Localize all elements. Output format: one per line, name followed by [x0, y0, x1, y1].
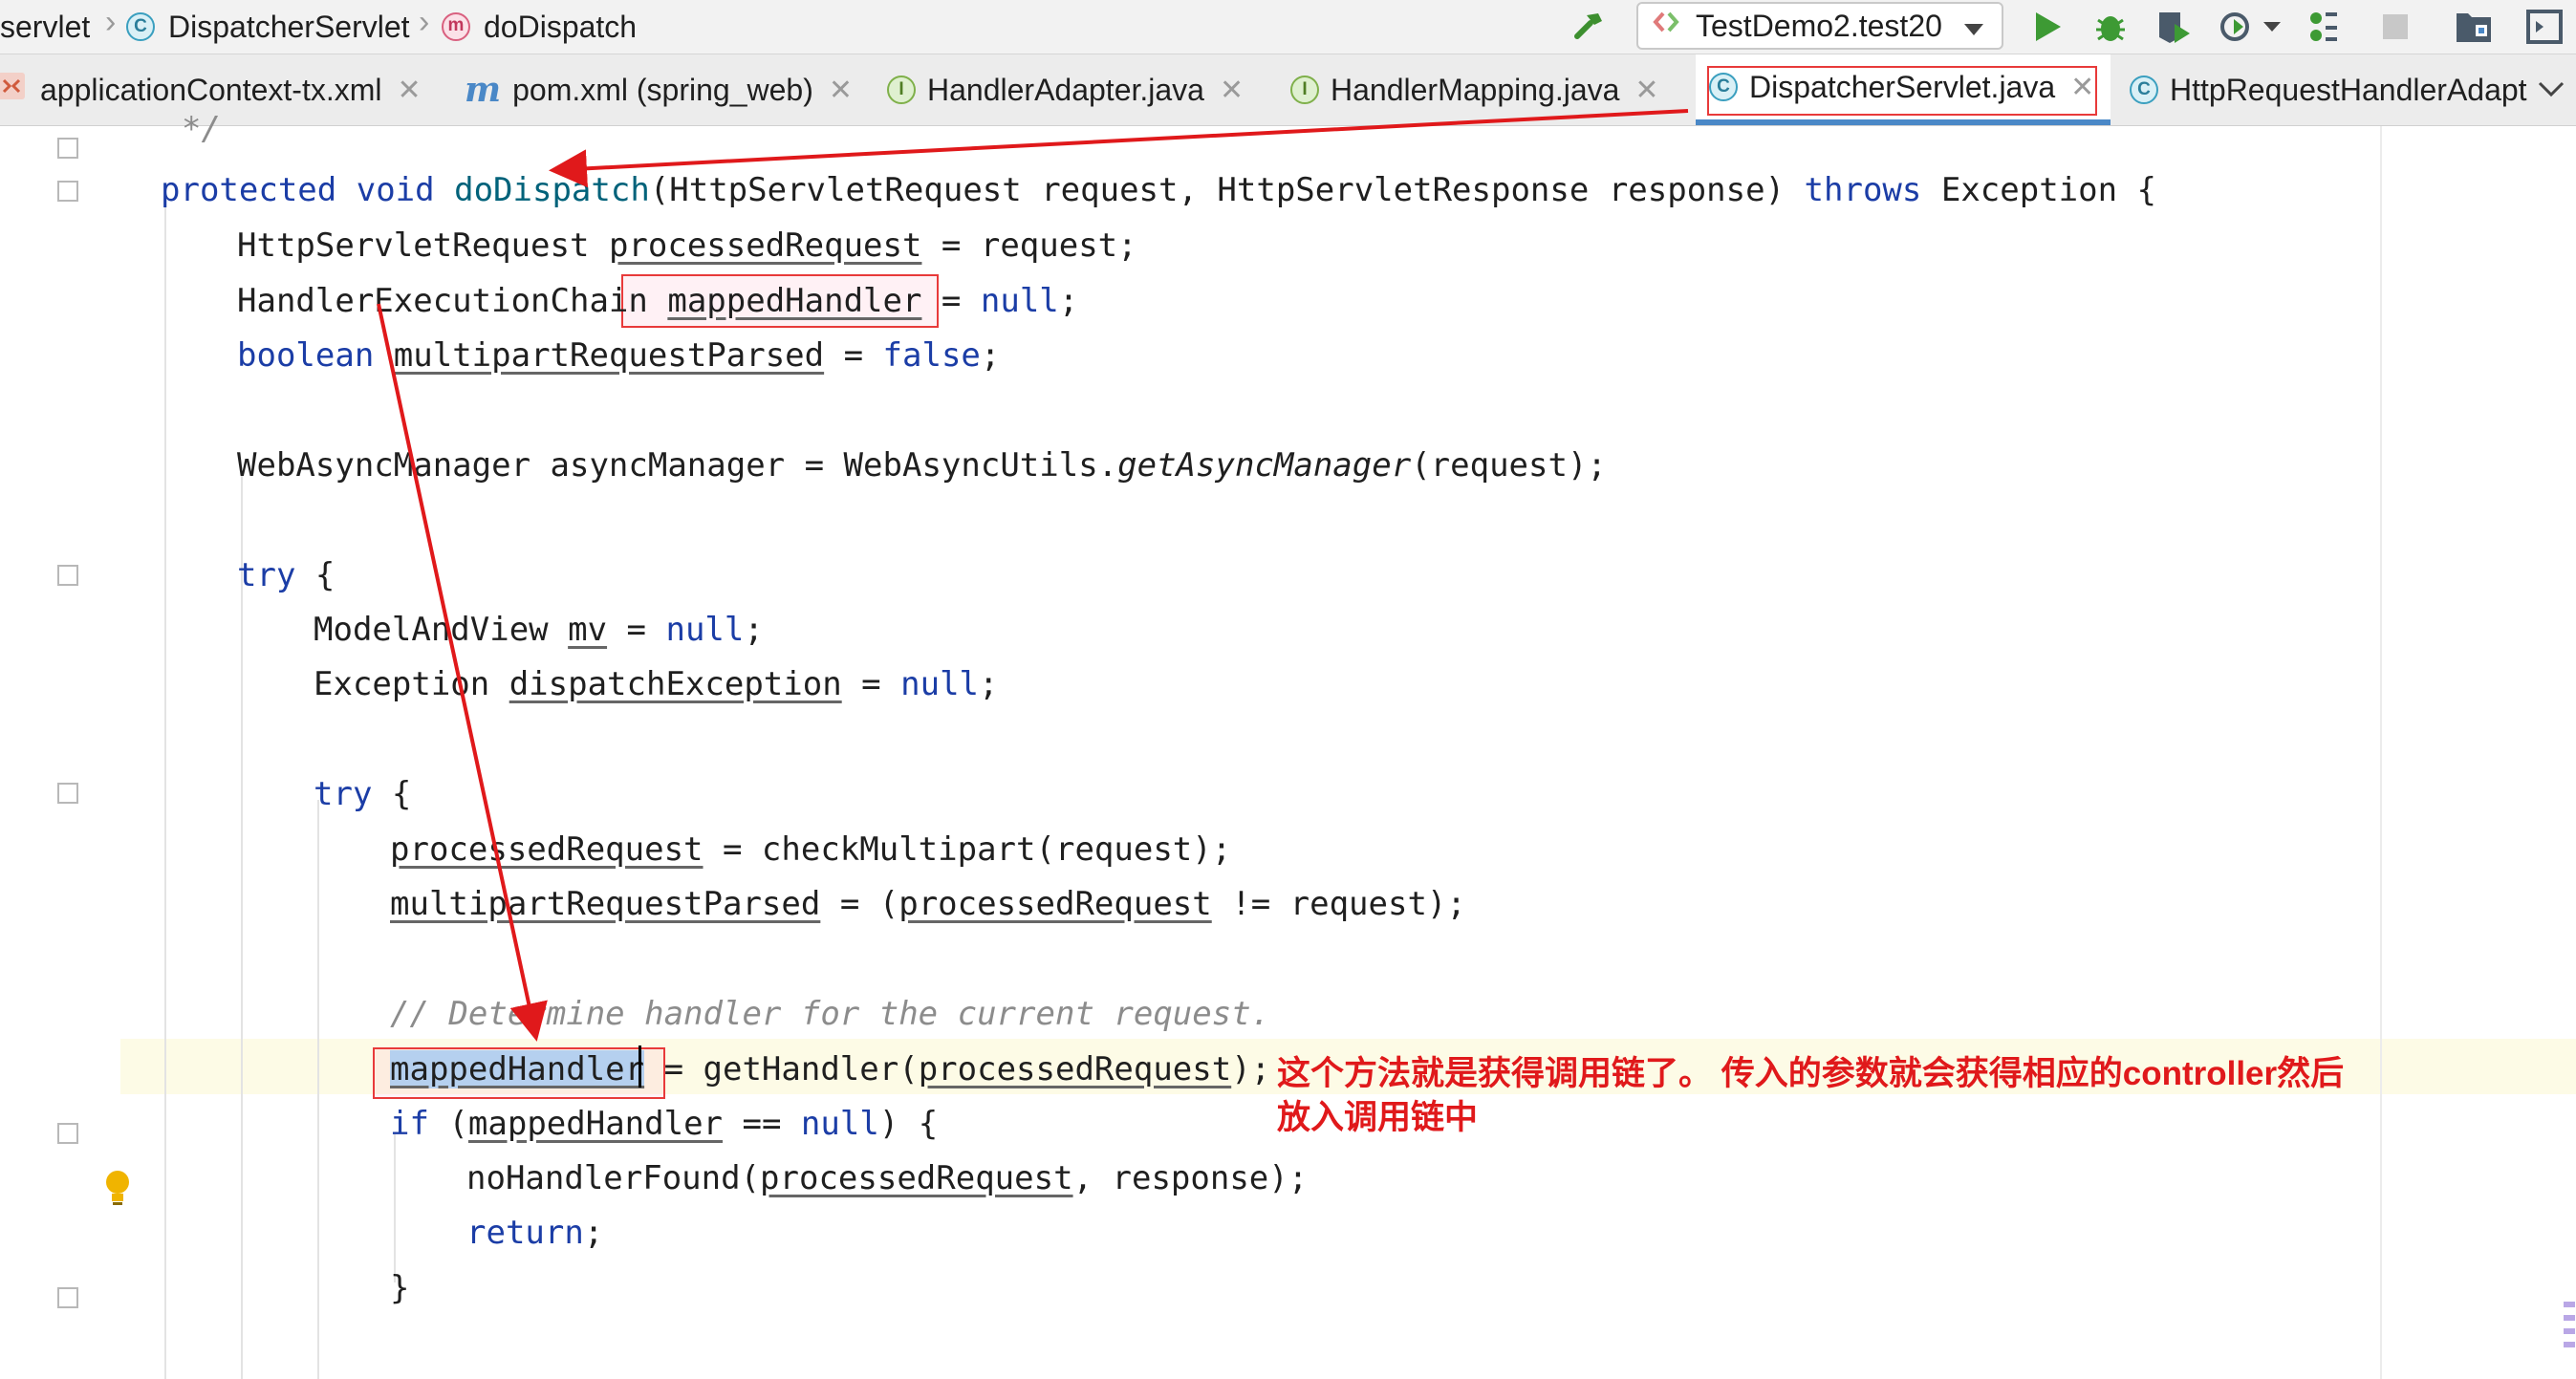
- arrow-declaration-to-assignment: [377, 303, 548, 1042]
- arrow-tab-to-method: [549, 109, 1689, 188]
- annotation-line: 这个方法就是获得调用链了。 传入的参数就会获得相应的controller然后: [1277, 1055, 2345, 1092]
- annotation-note: 这个方法就是获得调用链了。 传入的参数就会获得相应的controller然后 放…: [1277, 1052, 2405, 1140]
- annotation-line: 放入调用链中: [1277, 1099, 1479, 1136]
- annotation-arrows: [377, 109, 1689, 1042]
